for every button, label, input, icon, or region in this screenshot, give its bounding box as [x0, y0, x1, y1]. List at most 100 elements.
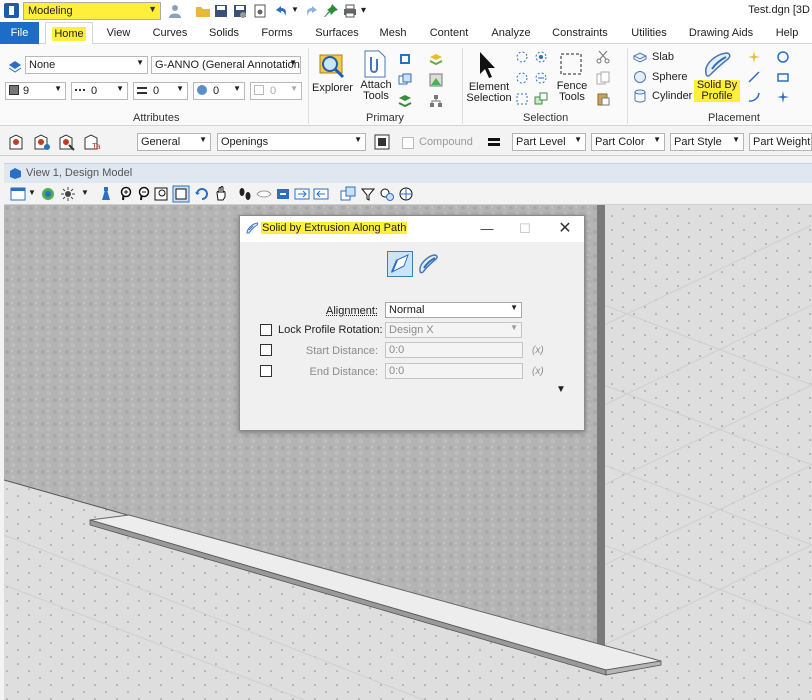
select-by-attributes-icon[interactable]	[534, 50, 548, 64]
paste-icon[interactable]	[596, 92, 610, 106]
print-icon[interactable]	[342, 3, 358, 19]
rectangle-icon[interactable]	[776, 70, 790, 84]
attach-tools-icon[interactable]	[362, 49, 388, 79]
select-tree-icon[interactable]	[515, 92, 529, 106]
element-selection-label[interactable]: Element Selection	[466, 82, 512, 104]
camera-icon[interactable]	[379, 186, 395, 202]
save-icon[interactable]	[213, 3, 229, 19]
select-by-fence-icon[interactable]	[534, 92, 548, 106]
lock-profile-rotation-checkbox[interactable]	[260, 324, 272, 336]
end-distance-checkbox[interactable]	[260, 365, 272, 377]
pin-icon[interactable]	[323, 3, 339, 19]
line-weight-combo[interactable]: 0 ▼	[133, 82, 188, 100]
chevron-down-icon[interactable]: ▼	[28, 188, 36, 197]
models-icon[interactable]	[398, 52, 412, 66]
color-combo[interactable]: 9 ▼	[5, 82, 66, 100]
select-none-icon[interactable]	[515, 71, 529, 85]
references-icon[interactable]	[398, 73, 412, 87]
select-all-icon[interactable]	[515, 50, 529, 64]
tab-analyze[interactable]: Analyze	[488, 22, 534, 44]
view-attributes-icon[interactable]	[10, 186, 26, 202]
fence-tools-label[interactable]: Fence Tools	[553, 81, 591, 103]
tab-help[interactable]: Help	[771, 22, 803, 44]
circle-icon[interactable]	[776, 50, 790, 64]
customize-toolbar-icon[interactable]: ▾	[361, 5, 366, 16]
slab-label[interactable]: Slab	[652, 51, 674, 63]
level-manager-icon[interactable]	[8, 59, 22, 73]
workflow-combo[interactable]: Modeling ▼	[23, 2, 161, 20]
tab-drawing-aids[interactable]: Drawing Aids	[686, 22, 756, 44]
tab-view[interactable]: View	[101, 22, 136, 44]
undo-dropdown-icon[interactable]: ▼	[291, 5, 299, 14]
tab-home[interactable]: Home	[45, 22, 93, 45]
extrude-along-path-mode-icon[interactable]	[387, 251, 413, 277]
app-logo-icon[interactable]	[4, 3, 19, 18]
sphere-icon[interactable]	[633, 70, 647, 84]
priority-combo[interactable]: 0 ▼	[250, 82, 302, 100]
transparency-combo[interactable]: 0 ▼	[193, 82, 245, 100]
user-icon[interactable]	[167, 3, 183, 19]
lighting-icon[interactable]	[60, 186, 76, 202]
tab-constraints[interactable]: Constraints	[549, 22, 611, 44]
snap-icon[interactable]	[776, 90, 790, 104]
explorer-label[interactable]: Explorer	[312, 83, 353, 94]
tab-forms[interactable]: Forms	[258, 22, 296, 44]
dialog-title-bar[interactable]: Solid by Extrusion Along Path — ☐ ✕	[240, 216, 584, 242]
start-distance-checkbox[interactable]	[260, 344, 272, 356]
element-selection-icon[interactable]	[476, 50, 500, 80]
clip-volume-icon[interactable]	[340, 186, 356, 202]
tab-solids[interactable]: Solids	[205, 22, 243, 44]
tab-surfaces[interactable]: Surfaces	[312, 22, 362, 44]
tab-content[interactable]: Content	[425, 22, 473, 44]
attach-tools-label[interactable]: Attach Tools	[356, 80, 396, 102]
clip-mask-icon[interactable]	[360, 186, 376, 202]
start-distance-fx-button[interactable]: (x)	[532, 345, 544, 356]
tab-file[interactable]: File	[0, 22, 39, 44]
end-distance-fx-button[interactable]: (x)	[532, 366, 544, 377]
sphere-label[interactable]: Sphere	[652, 71, 687, 83]
pan-view-icon[interactable]	[213, 186, 229, 202]
pipe-along-path-mode-icon[interactable]	[415, 251, 441, 277]
cylinder-icon[interactable]	[633, 89, 647, 103]
part-level-combo[interactable]: Part Level ▼	[512, 133, 586, 151]
part-weight-combo[interactable]: Part Weight	[749, 133, 812, 151]
end-distance-input[interactable]: 0:0	[385, 363, 523, 379]
change-part-icon[interactable]	[56, 132, 76, 152]
text-style-combo[interactable]: G-ANNO (General Annotation ▼	[151, 56, 301, 74]
update-view-icon[interactable]	[98, 186, 114, 202]
lock-rotation-select[interactable]: Design X ▼	[385, 322, 522, 338]
tab-curves[interactable]: Curves	[150, 22, 190, 44]
pick-part-icon[interactable]	[6, 132, 26, 152]
raster-icon[interactable]	[398, 94, 412, 108]
walk-icon[interactable]	[237, 186, 253, 202]
start-distance-input[interactable]: 0:0	[385, 342, 523, 358]
part-combo[interactable]: Openings ▼	[217, 133, 366, 151]
minimize-button[interactable]: —	[473, 219, 501, 239]
view-rotation-icon[interactable]	[313, 186, 329, 202]
chevron-down-icon[interactable]: ▼	[81, 188, 89, 197]
copy-icon[interactable]	[596, 71, 610, 85]
compress-icon[interactable]	[252, 3, 268, 19]
rotate-view-icon[interactable]	[194, 186, 210, 202]
levels-icon[interactable]	[429, 52, 443, 66]
invert-selection-icon[interactable]	[534, 71, 548, 85]
match-part-icon[interactable]	[31, 132, 51, 152]
zoom-out-icon[interactable]	[135, 186, 151, 202]
save-settings-icon[interactable]	[232, 3, 248, 19]
tab-mesh[interactable]: Mesh	[376, 22, 410, 44]
fit-view-icon[interactable]	[172, 185, 190, 203]
element-hierarchy-icon[interactable]	[429, 94, 443, 108]
undo-icon[interactable]	[273, 3, 289, 19]
part-manager-icon[interactable]	[373, 133, 391, 151]
line-style-combo[interactable]: 0 ▼	[71, 82, 128, 100]
view-next-icon[interactable]	[275, 186, 291, 202]
maximize-button[interactable]: ☐	[511, 219, 539, 239]
line-icon[interactable]	[747, 70, 761, 84]
tab-utilities[interactable]: Utilities	[627, 22, 671, 44]
compound-checkbox[interactable]	[402, 137, 414, 149]
expand-dialog-icon[interactable]: ▼	[556, 384, 566, 395]
solid-by-profile-icon[interactable]	[700, 49, 734, 79]
fence-tools-icon[interactable]	[558, 51, 584, 77]
cylinder-label[interactable]: Cylinder	[652, 90, 692, 102]
arc-icon[interactable]	[747, 90, 761, 104]
